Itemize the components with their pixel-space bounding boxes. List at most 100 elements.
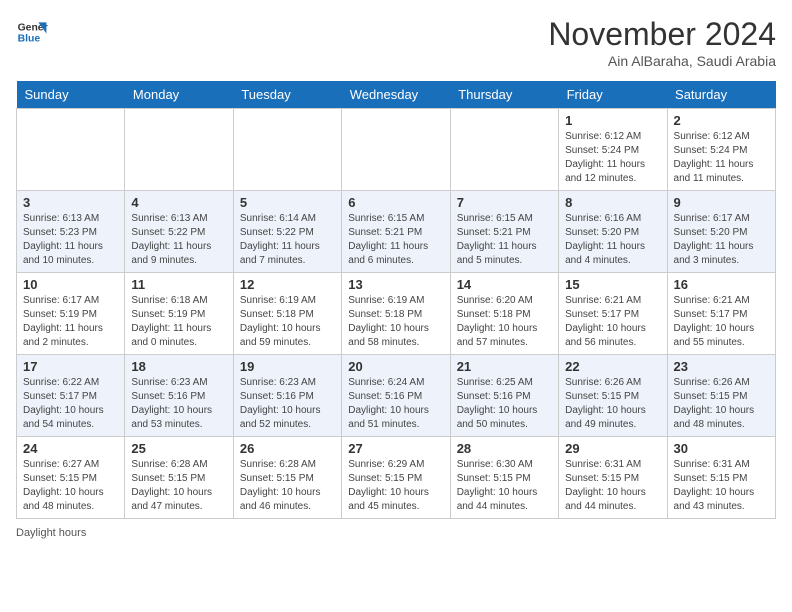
- calendar-cell: 26 Sunrise: 6:28 AM Sunset: 5:15 PM Dayli…: [233, 437, 341, 519]
- day-info: Sunrise: 6:23 AM Sunset: 5:16 PM Dayligh…: [131, 376, 226, 432]
- title-block: November 2024 Ain AlBaraha, Saudi Arabia: [548, 16, 776, 69]
- day-number: 27: [348, 441, 443, 456]
- calendar-cell: 16 Sunrise: 6:21 AM Sunset: 5:17 PM Dayli…: [667, 273, 775, 355]
- calendar-week-3: 10 Sunrise: 6:17 AM Sunset: 5:19 PM Dayli…: [17, 273, 776, 355]
- day-number: 1: [565, 113, 660, 128]
- footer: Daylight hours: [16, 527, 776, 539]
- day-info: Sunrise: 6:31 AM Sunset: 5:15 PM Dayligh…: [565, 458, 660, 514]
- day-number: 14: [457, 277, 552, 292]
- day-number: 29: [565, 441, 660, 456]
- day-info: Sunrise: 6:16 AM Sunset: 5:20 PM Dayligh…: [565, 212, 660, 268]
- day-info: Sunrise: 6:27 AM Sunset: 5:15 PM Dayligh…: [23, 458, 118, 514]
- calendar-cell: 9 Sunrise: 6:17 AM Sunset: 5:20 PM Daylig…: [667, 191, 775, 273]
- calendar-cell: 28 Sunrise: 6:30 AM Sunset: 5:15 PM Dayli…: [450, 437, 558, 519]
- calendar-cell: 30Sunrise: 6:31 AM Sunset: 5:15 PM Dayli…: [667, 437, 775, 519]
- day-info: Sunrise: 6:19 AM Sunset: 5:18 PM Dayligh…: [348, 294, 443, 350]
- calendar-cell: 4 Sunrise: 6:13 AM Sunset: 5:22 PM Daylig…: [125, 191, 233, 273]
- day-info: Sunrise: 6:13 AM Sunset: 5:22 PM Dayligh…: [131, 212, 226, 268]
- calendar-cell: 20 Sunrise: 6:24 AM Sunset: 5:16 PM Dayli…: [342, 355, 450, 437]
- day-info: Sunrise: 6:28 AM Sunset: 5:15 PM Dayligh…: [240, 458, 335, 514]
- day-info: Sunrise: 6:24 AM Sunset: 5:16 PM Dayligh…: [348, 376, 443, 432]
- day-info: Sunrise: 6:21 AM Sunset: 5:17 PM Dayligh…: [674, 294, 769, 350]
- day-info: Sunrise: 6:29 AM Sunset: 5:15 PM Dayligh…: [348, 458, 443, 514]
- day-number: 26: [240, 441, 335, 456]
- day-number: 15: [565, 277, 660, 292]
- calendar-cell: 12 Sunrise: 6:19 AM Sunset: 5:18 PM Dayli…: [233, 273, 341, 355]
- day-info: Sunrise: 6:21 AM Sunset: 5:17 PM Dayligh…: [565, 294, 660, 350]
- col-header-wednesday: Wednesday: [342, 81, 450, 109]
- day-number: 12: [240, 277, 335, 292]
- day-info: Sunrise: 6:26 AM Sunset: 5:15 PM Dayligh…: [565, 376, 660, 432]
- col-header-saturday: Saturday: [667, 81, 775, 109]
- day-number: 18: [131, 359, 226, 374]
- calendar-cell: 25 Sunrise: 6:28 AM Sunset: 5:15 PM Dayli…: [125, 437, 233, 519]
- calendar-cell: 6Sunrise: 6:15 AM Sunset: 5:21 PM Daylig…: [342, 191, 450, 273]
- calendar-cell: 23 Sunrise: 6:26 AM Sunset: 5:15 PM Dayli…: [667, 355, 775, 437]
- day-info: Sunrise: 6:12 AM Sunset: 5:24 PM Dayligh…: [565, 130, 660, 186]
- day-number: 17: [23, 359, 118, 374]
- calendar-cell: 13 Sunrise: 6:19 AM Sunset: 5:18 PM Dayli…: [342, 273, 450, 355]
- day-number: 25: [131, 441, 226, 456]
- day-number: 30: [674, 441, 769, 456]
- day-number: 28: [457, 441, 552, 456]
- day-info: Sunrise: 6:30 AM Sunset: 5:15 PM Dayligh…: [457, 458, 552, 514]
- col-header-monday: Monday: [125, 81, 233, 109]
- calendar-cell: 8Sunrise: 6:16 AM Sunset: 5:20 PM Daylig…: [559, 191, 667, 273]
- day-info: Sunrise: 6:14 AM Sunset: 5:22 PM Dayligh…: [240, 212, 335, 268]
- day-info: Sunrise: 6:26 AM Sunset: 5:15 PM Dayligh…: [674, 376, 769, 432]
- day-number: 4: [131, 195, 226, 210]
- calendar-cell: 5 Sunrise: 6:14 AM Sunset: 5:22 PM Daylig…: [233, 191, 341, 273]
- calendar-cell: 10 Sunrise: 6:17 AM Sunset: 5:19 PM Dayli…: [17, 273, 125, 355]
- day-number: 3: [23, 195, 118, 210]
- day-info: Sunrise: 6:12 AM Sunset: 5:24 PM Dayligh…: [674, 130, 769, 186]
- calendar-cell: 19Sunrise: 6:23 AM Sunset: 5:16 PM Dayli…: [233, 355, 341, 437]
- day-number: 9: [674, 195, 769, 210]
- day-info: Sunrise: 6:19 AM Sunset: 5:18 PM Dayligh…: [240, 294, 335, 350]
- day-number: 21: [457, 359, 552, 374]
- logo-icon: General Blue: [16, 16, 48, 48]
- calendar-cell: 11 Sunrise: 6:18 AM Sunset: 5:19 PM Dayli…: [125, 273, 233, 355]
- day-info: Sunrise: 6:15 AM Sunset: 5:21 PM Dayligh…: [457, 212, 552, 268]
- col-header-tuesday: Tuesday: [233, 81, 341, 109]
- day-info: Sunrise: 6:17 AM Sunset: 5:20 PM Dayligh…: [674, 212, 769, 268]
- calendar-cell: 15 Sunrise: 6:21 AM Sunset: 5:17 PM Dayli…: [559, 273, 667, 355]
- calendar-cell: [233, 109, 341, 191]
- day-info: Sunrise: 6:25 AM Sunset: 5:16 PM Dayligh…: [457, 376, 552, 432]
- calendar-cell: 29 Sunrise: 6:31 AM Sunset: 5:15 PM Dayli…: [559, 437, 667, 519]
- day-info: Sunrise: 6:28 AM Sunset: 5:15 PM Dayligh…: [131, 458, 226, 514]
- calendar-cell: 17 Sunrise: 6:22 AM Sunset: 5:17 PM Dayli…: [17, 355, 125, 437]
- calendar-cell: 21 Sunrise: 6:25 AM Sunset: 5:16 PM Dayli…: [450, 355, 558, 437]
- page-header: General Blue November 2024 Ain AlBaraha,…: [16, 16, 776, 69]
- month-title: November 2024: [548, 16, 776, 53]
- day-info: Sunrise: 6:22 AM Sunset: 5:17 PM Dayligh…: [23, 376, 118, 432]
- calendar-cell: 1 Sunrise: 6:12 AM Sunset: 5:24 PM Daylig…: [559, 109, 667, 191]
- day-number: 10: [23, 277, 118, 292]
- day-number: 20: [348, 359, 443, 374]
- day-number: 23: [674, 359, 769, 374]
- calendar-cell: 3 Sunrise: 6:13 AM Sunset: 5:23 PM Daylig…: [17, 191, 125, 273]
- day-info: Sunrise: 6:17 AM Sunset: 5:19 PM Dayligh…: [23, 294, 118, 350]
- calendar-header-row: SundayMondayTuesdayWednesdayThursdayFrid…: [17, 81, 776, 109]
- calendar-cell: 7Sunrise: 6:15 AM Sunset: 5:21 PM Daylig…: [450, 191, 558, 273]
- calendar-cell: [125, 109, 233, 191]
- calendar-week-5: 24Sunrise: 6:27 AM Sunset: 5:15 PM Dayli…: [17, 437, 776, 519]
- calendar-cell: [450, 109, 558, 191]
- calendar-week-1: 1 Sunrise: 6:12 AM Sunset: 5:24 PM Daylig…: [17, 109, 776, 191]
- calendar-cell: [17, 109, 125, 191]
- day-info: Sunrise: 6:13 AM Sunset: 5:23 PM Dayligh…: [23, 212, 118, 268]
- calendar-cell: 24Sunrise: 6:27 AM Sunset: 5:15 PM Dayli…: [17, 437, 125, 519]
- day-info: Sunrise: 6:20 AM Sunset: 5:18 PM Dayligh…: [457, 294, 552, 350]
- calendar-week-2: 3 Sunrise: 6:13 AM Sunset: 5:23 PM Daylig…: [17, 191, 776, 273]
- day-number: 5: [240, 195, 335, 210]
- day-number: 16: [674, 277, 769, 292]
- calendar-cell: 2 Sunrise: 6:12 AM Sunset: 5:24 PM Daylig…: [667, 109, 775, 191]
- day-number: 2: [674, 113, 769, 128]
- day-info: Sunrise: 6:18 AM Sunset: 5:19 PM Dayligh…: [131, 294, 226, 350]
- day-number: 11: [131, 277, 226, 292]
- day-number: 13: [348, 277, 443, 292]
- day-number: 19: [240, 359, 335, 374]
- col-header-friday: Friday: [559, 81, 667, 109]
- calendar-table: SundayMondayTuesdayWednesdayThursdayFrid…: [16, 81, 776, 519]
- svg-text:Blue: Blue: [18, 34, 41, 45]
- calendar-week-4: 17 Sunrise: 6:22 AM Sunset: 5:17 PM Dayli…: [17, 355, 776, 437]
